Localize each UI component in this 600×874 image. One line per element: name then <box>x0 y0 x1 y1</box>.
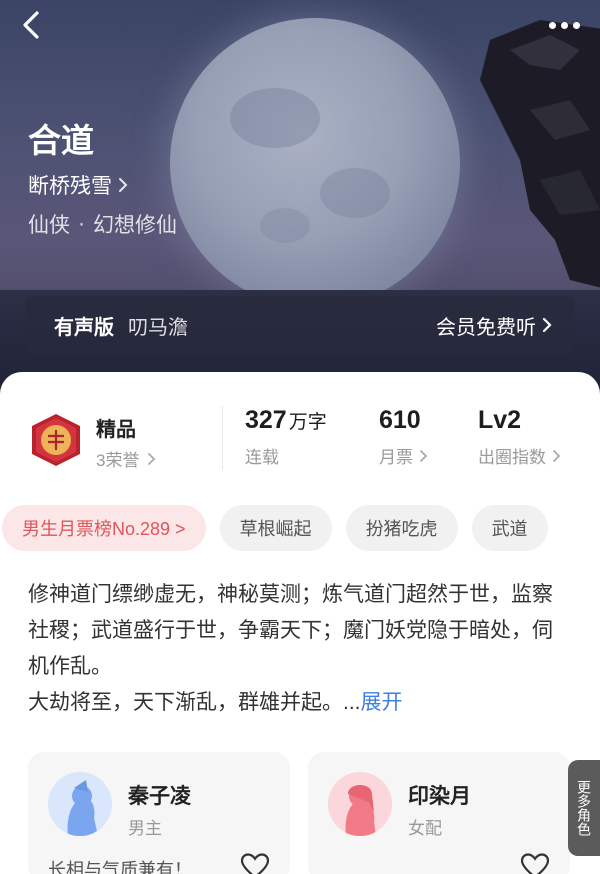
moon-illustration <box>170 18 460 308</box>
genre-sub: 幻想修仙 <box>93 214 177 237</box>
back-button[interactable] <box>14 8 48 42</box>
chevron-right-icon <box>553 449 561 462</box>
chevron-right-icon <box>119 178 128 192</box>
level-label: 出圈指数 <box>478 448 546 467</box>
book-detail-card: 精品 3荣誉 327 万字 连载 610 月票 Lv2 出圈指数 男生月票榜No… <box>0 372 600 874</box>
rank-tag[interactable]: 男生月票榜No.289 > <box>2 505 206 551</box>
character-avatar <box>48 772 112 836</box>
tag-chip[interactable]: 草根崛起 <box>219 505 332 551</box>
author-name: 断桥残雪 <box>28 175 112 198</box>
narrator-name: 叨马澹 <box>128 316 188 339</box>
word-count-unit: 万字 <box>288 412 327 433</box>
chevron-right-icon <box>542 317 552 333</box>
badge-title: 精品 <box>96 419 136 441</box>
character-list: 秦子凌 男主 长相与气质兼有！ 印染月 女配 更多角色 <box>28 752 600 874</box>
character-role: 男主 <box>128 819 162 838</box>
author-link[interactable]: 断桥残雪 <box>28 170 128 200</box>
stats-row: 精品 3荣誉 327 万字 连载 610 月票 Lv2 出圈指数 <box>0 402 600 482</box>
intro-text: 修神道门缥缈虚无，神秘莫测；炼气道门超然于世，监察社稷；武道盛行于世，争霸天下；… <box>28 583 553 714</box>
more-characters-button[interactable]: 更多角色 <box>568 760 600 856</box>
more-dots-icon <box>548 21 556 29</box>
free-listen-link[interactable]: 会员免费听 <box>436 311 552 340</box>
character-card[interactable]: 秦子凌 男主 长相与气质兼有！ <box>28 752 290 874</box>
tag-chip[interactable]: 扮猪吃虎 <box>345 505 458 551</box>
book-title: 合道 <box>28 122 94 159</box>
cliff-illustration <box>480 20 600 288</box>
character-role: 女配 <box>408 819 442 838</box>
tag-list: 男生月票榜No.289 > 草根崛起 扮猪吃虎 武道 <box>2 505 548 551</box>
popularity-level-stat[interactable]: Lv2 出圈指数 <box>478 406 561 468</box>
separator-dot: · <box>78 212 85 235</box>
stats-divider <box>222 406 223 470</box>
character-name: 印染月 <box>408 785 471 808</box>
monthly-tickets-label: 月票 <box>379 448 413 467</box>
heart-outline-icon[interactable] <box>240 852 270 874</box>
character-desc: 长相与气质兼有！ <box>48 860 192 874</box>
character-card[interactable]: 印染月 女配 <box>308 752 570 874</box>
audio-version-bar[interactable]: 有声版 叨马澹 会员免费听 <box>26 296 574 354</box>
genre-primary: 仙侠 <box>28 214 70 237</box>
tag-chip[interactable]: 武道 <box>471 505 548 551</box>
heart-outline-icon[interactable] <box>520 852 550 874</box>
monthly-tickets-value: 610 <box>379 406 421 434</box>
more-characters-label: 更多角色 <box>576 780 592 836</box>
monthly-tickets-stat[interactable]: 610 月票 <box>379 406 428 468</box>
book-intro: 修神道门缥缈虚无，神秘莫测；炼气道门超然于世，监察社稷；武道盛行于世，争霸天下；… <box>28 577 568 721</box>
word-count-stat: 327 万字 连载 <box>245 406 327 468</box>
book-cover-hero: 合道 断桥残雪 仙侠 · 幻想修仙 有声版 叨马澹 会员免费听 <box>0 0 600 400</box>
genre-info: 仙侠 · 幻想修仙 <box>28 209 177 239</box>
more-options-button[interactable] <box>544 10 584 40</box>
chevron-left-icon <box>23 11 39 39</box>
character-name: 秦子凌 <box>128 785 191 808</box>
chevron-right-icon <box>420 449 428 462</box>
character-avatar <box>328 772 392 836</box>
audio-label: 有声版 <box>54 316 114 339</box>
premium-badge-icon <box>32 414 80 466</box>
free-listen-label: 会员免费听 <box>436 316 536 339</box>
level-value: Lv2 <box>478 406 522 434</box>
honors-count: 3荣誉 <box>96 451 140 470</box>
chevron-right-icon <box>148 452 156 465</box>
word-count-value: 327 <box>245 406 287 434</box>
expand-button[interactable]: 展开 <box>361 691 403 714</box>
honors-link[interactable]: 3荣誉 <box>96 446 156 471</box>
serial-status: 连载 <box>245 448 279 467</box>
